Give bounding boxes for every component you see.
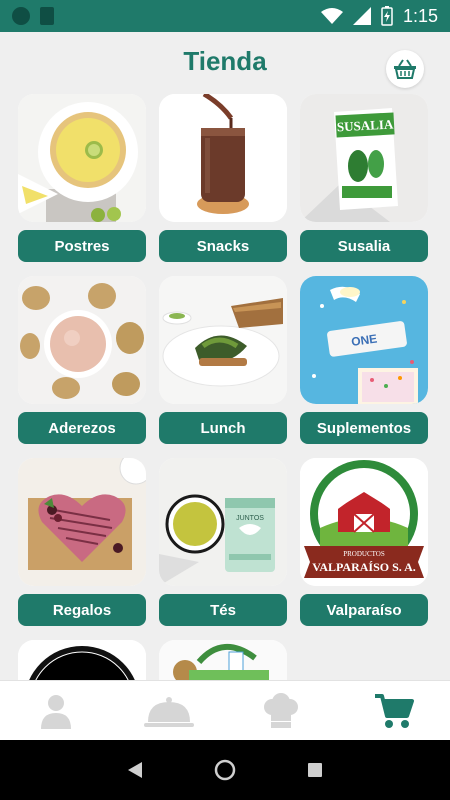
basket-button[interactable]	[386, 50, 424, 88]
cloche-icon	[143, 696, 194, 727]
category-button-snacks[interactable]: Snacks	[159, 230, 287, 262]
dip-image	[18, 276, 146, 404]
category-button-tes[interactable]: Tés	[159, 594, 287, 626]
category-image-valparaiso[interactable]: PRODUCTOS VALPARAÍSO S. A.	[300, 458, 428, 586]
category-tile-susalia: SUSALIA Susalia	[300, 94, 428, 262]
category-tile-postres: Postres	[18, 94, 146, 262]
category-image-snacks[interactable]	[159, 94, 287, 222]
system-nav-bar	[0, 740, 450, 800]
valparaiso-logo-top-text: PRODUCTOS	[343, 550, 385, 558]
page-title: Tienda	[183, 46, 267, 76]
grocery-bag-image	[159, 640, 287, 680]
status-right: 1:15	[320, 5, 438, 27]
nav-chef[interactable]	[251, 686, 311, 736]
cart-icon	[374, 693, 414, 728]
category-button-postres[interactable]: Postres	[18, 230, 146, 262]
category-tile-tes: JUNTOS Tés	[159, 458, 287, 626]
category-button-suplementos[interactable]: Suplementos	[300, 412, 428, 444]
category-tile-partial-2	[159, 640, 287, 680]
category-tile-valparaiso: PRODUCTOS VALPARAÍSO S. A. Valparaíso	[300, 458, 428, 626]
recents-button[interactable]	[300, 755, 330, 785]
home-button[interactable]	[210, 755, 240, 785]
valparaiso-logo-image: PRODUCTOS VALPARAÍSO S. A.	[300, 458, 428, 586]
back-triangle-icon	[128, 762, 142, 778]
status-left	[12, 7, 54, 25]
category-image-partial-2[interactable]	[159, 640, 287, 680]
status-bar: 1:15	[0, 0, 450, 32]
bottom-nav	[0, 680, 450, 740]
category-image-tes[interactable]: JUNTOS	[159, 458, 287, 586]
home-circle-icon	[214, 759, 236, 781]
susalia-logo-text: SUSALIA	[337, 116, 395, 134]
header: Tienda	[0, 32, 450, 94]
basket-icon	[394, 59, 416, 79]
recents-square-icon	[308, 763, 322, 777]
category-tile-regalos: Regalos	[18, 458, 146, 626]
category-tile-lunch: Lunch	[159, 276, 287, 444]
category-image-aderezos[interactable]	[18, 276, 146, 404]
category-button-lunch[interactable]: Lunch	[159, 412, 287, 444]
category-tile-aderezos: Aderezos	[18, 276, 146, 444]
tea-image: JUNTOS	[159, 458, 287, 586]
juntos-label-text: JUNTOS	[236, 515, 264, 522]
clock: 1:15	[402, 5, 438, 26]
pie-image	[18, 94, 146, 222]
category-image-suplementos[interactable]: ONE	[300, 276, 428, 404]
category-button-valparaiso[interactable]: Valparaíso	[300, 594, 428, 626]
protein-bar-image: ONE	[300, 276, 428, 404]
jar-image	[159, 94, 287, 222]
category-button-regalos[interactable]: Regalos	[18, 594, 146, 626]
heart-cake-image	[18, 458, 146, 586]
nav-store[interactable]	[364, 686, 424, 736]
category-image-lunch[interactable]	[159, 276, 287, 404]
lunch-plate-image	[159, 276, 287, 404]
category-tile-partial-1	[18, 640, 146, 680]
signal-icon	[352, 7, 371, 25]
wifi-icon	[320, 8, 343, 24]
category-button-aderezos[interactable]: Aderezos	[18, 412, 146, 444]
notification-dot-icon	[12, 7, 30, 25]
category-image-susalia[interactable]: SUSALIA	[300, 94, 428, 222]
category-grid: Postres Snacks SUSALIA Susalia Aderezos …	[18, 94, 432, 680]
battery-icon	[381, 6, 393, 26]
valparaiso-logo-main-text: VALPARAÍSO S. A.	[312, 560, 416, 574]
category-tile-snacks: Snacks	[159, 94, 287, 262]
back-button[interactable]	[120, 755, 150, 785]
black-circle-logo-image	[18, 640, 146, 680]
nav-profile[interactable]	[26, 686, 86, 736]
nav-menu[interactable]	[139, 686, 199, 736]
user-icon	[41, 694, 72, 729]
category-tile-suplementos: ONE Suplementos	[300, 276, 428, 444]
category-image-postres[interactable]	[18, 94, 146, 222]
category-image-regalos[interactable]	[18, 458, 146, 586]
category-button-susalia[interactable]: Susalia	[300, 230, 428, 262]
sd-card-icon	[40, 7, 54, 25]
susalia-bag-image: SUSALIA	[300, 94, 428, 222]
category-image-partial-1[interactable]	[18, 640, 146, 680]
chef-hat-icon	[264, 692, 299, 728]
